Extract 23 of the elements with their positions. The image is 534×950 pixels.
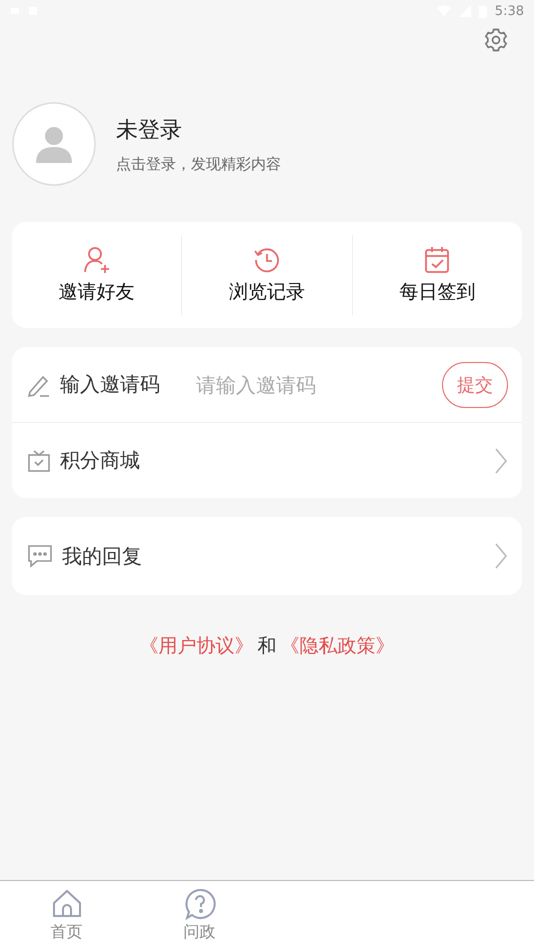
chevron-right-icon[interactable] [494,542,508,570]
avatar-icon[interactable] [12,102,96,186]
quick-action-label[interactable]: 邀请好友 [58,279,135,305]
chevron-right-icon[interactable] [494,446,508,474]
invite-code-label: 输入邀请码 [60,371,160,398]
add-user-icon[interactable] [82,245,112,275]
menu-item-label[interactable]: 我的回复 [62,542,142,570]
settings-icon[interactable] [482,26,510,54]
question-icon [184,888,216,920]
conjunction-text: 和 [258,634,276,659]
menu-item-label[interactable]: 积分商城 [60,447,140,474]
home-icon [50,888,82,920]
status-time: 5:38 [494,4,524,18]
privacy-policy-link[interactable]: 《隐私政策》 [280,633,394,659]
tab-item[interactable]: 问政 [133,881,266,950]
quick-action-label[interactable]: 浏览记录 [228,279,305,305]
chat-bubble-icon [26,543,54,569]
tab-item[interactable]: 首页 [0,881,133,950]
invite-code-input[interactable]: 请输入邀请码 [194,372,434,398]
quick-action-label[interactable]: 每日签到 [399,279,476,305]
login-hint: 点击登录，发现精彩内容 [116,154,281,174]
user-agreement-link[interactable]: 《用户协议》 [140,633,254,659]
login-status[interactable]: 未登录 [116,114,281,144]
